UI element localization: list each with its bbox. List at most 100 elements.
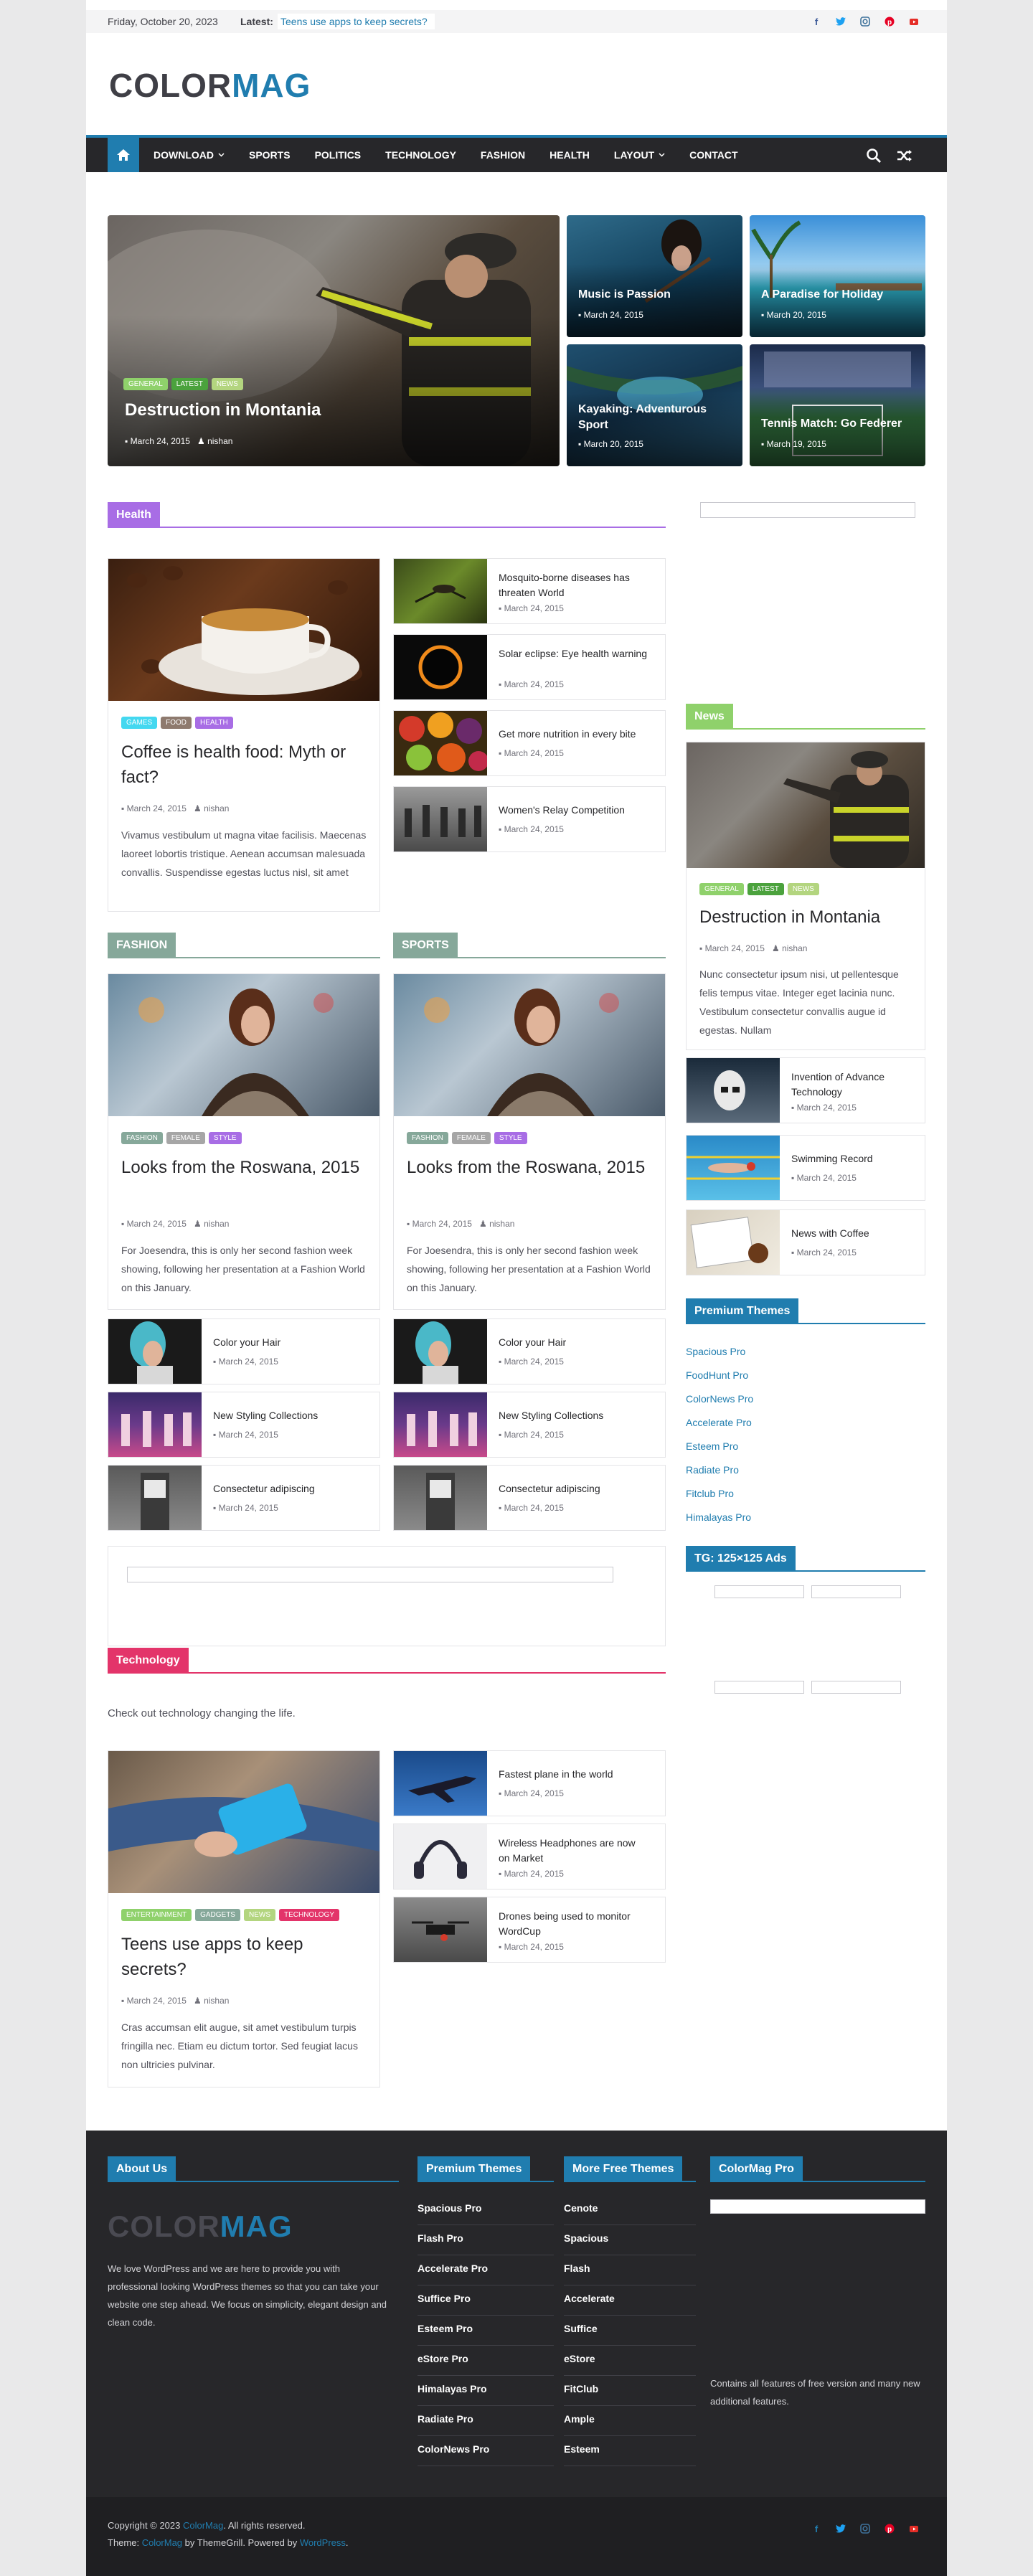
eclipse-thumbnail[interactable] [394, 635, 487, 699]
mosquito-thumbnail[interactable] [394, 559, 487, 623]
nav-item-contact[interactable]: CONTACT [689, 149, 750, 161]
footer-link[interactable]: Suffice Pro [418, 2285, 554, 2316]
list-item-title[interactable]: Get more nutrition in every bite [499, 727, 649, 742]
site-link[interactable]: ColorMag [183, 2520, 223, 2531]
wordpress-link[interactable]: WordPress [300, 2537, 346, 2548]
footer-link[interactable]: ColorNews Pro [418, 2436, 554, 2466]
tag-female[interactable]: FEMALE [451, 1132, 491, 1144]
news-coffee-thumbnail[interactable] [687, 1210, 780, 1275]
premium-theme-link[interactable]: Esteem Pro [686, 1435, 753, 1458]
list-item-title[interactable]: Invention of Advance Technology [791, 1070, 913, 1100]
colormag-pro-image[interactable] [710, 2199, 925, 2214]
fashion-image[interactable] [108, 974, 379, 1116]
plane-thumbnail[interactable] [394, 1751, 487, 1816]
nav-item-sports[interactable]: SPORTS [249, 149, 303, 161]
tag-female[interactable]: FEMALE [166, 1132, 205, 1144]
footer-link[interactable]: Accelerate [564, 2285, 696, 2316]
search-icon[interactable] [866, 148, 882, 164]
tag-style[interactable]: STYLE [208, 1132, 242, 1144]
teens-phone-image[interactable] [108, 1751, 379, 1893]
youtube-icon[interactable] [908, 16, 920, 27]
fruits-thumbnail[interactable] [394, 711, 487, 775]
coffee-image[interactable] [108, 559, 379, 701]
twitter-icon[interactable] [835, 2523, 846, 2534]
headphones-thumbnail[interactable] [394, 1824, 487, 1889]
tag-news[interactable]: NEWS [243, 1909, 275, 1921]
news-list-item[interactable]: News with Coffee ▪ March 24, 2015 [686, 1209, 925, 1275]
ad-125-image[interactable] [811, 1585, 901, 1598]
sports-list-item[interactable]: New Styling Collections ▪ March 24, 2015 [393, 1392, 666, 1458]
hero-main-title[interactable]: Destruction in Montania [125, 400, 321, 420]
news-list-item[interactable]: Swimming Record ▪ March 24, 2015 [686, 1135, 925, 1201]
tag-style[interactable]: STYLE [494, 1132, 527, 1144]
list-item-title[interactable]: Swimming Record [791, 1151, 913, 1166]
ad-125-image[interactable] [811, 1681, 901, 1694]
tag-games[interactable]: GAMES [121, 717, 158, 729]
footer-link[interactable]: Spacious Pro [418, 2195, 554, 2225]
tag-news[interactable]: NEWS [787, 883, 819, 895]
footer-link[interactable]: Suffice [564, 2316, 696, 2346]
tag-fashion[interactable]: FASHION [121, 1132, 163, 1144]
footer-logo[interactable]: COLORMAG [108, 2209, 293, 2244]
ad-banner-image[interactable] [127, 1567, 613, 1582]
pinterest-icon[interactable]: p [884, 16, 895, 27]
news-featured-title[interactable]: Destruction in Montania [699, 907, 880, 928]
stormtrooper-thumbnail[interactable] [687, 1058, 780, 1123]
fashion-list-item[interactable]: Color your Hair ▪ March 24, 2015 [108, 1318, 380, 1384]
health-list-item[interactable]: Solar eclipse: Eye health warning ▪ Marc… [393, 634, 666, 700]
pinterest-icon[interactable]: p [884, 2523, 895, 2534]
hair-thumbnail[interactable] [108, 1319, 202, 1384]
hero-tile-title[interactable]: Music is Passion [578, 288, 729, 301]
nav-item-health[interactable]: HEALTH [549, 149, 602, 161]
premium-theme-link[interactable]: Radiate Pro [686, 1458, 753, 1482]
sports-featured-title[interactable]: Looks from the Roswana, 2015 [407, 1155, 651, 1180]
styling-thumbnail[interactable] [108, 1392, 202, 1457]
footer-link[interactable]: Ample [564, 2406, 696, 2436]
tag-news[interactable]: NEWS [211, 378, 243, 390]
hero-tile-kayaking[interactable]: Kayaking: Adventurous Sport ▪ March 20, … [567, 344, 742, 466]
premium-theme-link[interactable]: ColorNews Pro [686, 1387, 753, 1411]
hair-thumbnail[interactable] [394, 1319, 487, 1384]
theme-link[interactable]: ColorMag [142, 2537, 182, 2548]
tag-general[interactable]: GENERAL [699, 883, 744, 895]
youtube-icon[interactable] [908, 2523, 920, 2534]
drone-thumbnail[interactable] [394, 1897, 487, 1962]
nav-item-fashion[interactable]: FASHION [481, 149, 537, 161]
tag-latest[interactable]: LATEST [171, 378, 208, 390]
fashion-list-item[interactable]: New Styling Collections ▪ March 24, 2015 [108, 1392, 380, 1458]
facebook-icon[interactable]: f [811, 16, 822, 27]
hero-tile-title[interactable]: A Paradise for Holiday [761, 288, 912, 301]
footer-link[interactable]: eStore Pro [418, 2346, 554, 2376]
technology-list-item[interactable]: Drones being used to monitor WordCup ▪ M… [393, 1897, 666, 1963]
swimming-thumbnail[interactable] [687, 1136, 780, 1200]
tag-general[interactable]: GENERAL [123, 378, 168, 390]
list-item-title[interactable]: Solar eclipse: Eye health warning [499, 646, 649, 661]
health-featured-title[interactable]: Coffee is health food: Myth or fact? [121, 740, 365, 790]
tag-food[interactable]: FOOD [161, 717, 192, 729]
list-item-title[interactable]: New Styling Collections [499, 1408, 649, 1423]
tag-gadgets[interactable]: GADGETS [195, 1909, 240, 1921]
footer-link[interactable]: Flash Pro [418, 2225, 554, 2255]
list-item-title[interactable]: New Styling Collections [213, 1408, 364, 1423]
premium-theme-link[interactable]: Spacious Pro [686, 1340, 753, 1364]
firefighter-photo[interactable] [687, 742, 925, 868]
news-list-item[interactable]: Invention of Advance Technology ▪ March … [686, 1057, 925, 1123]
ad-125-image[interactable] [714, 1585, 804, 1598]
list-item-title[interactable]: Women's Relay Competition [499, 803, 649, 818]
list-item-title[interactable]: Drones being used to monitor WordCup [499, 1909, 649, 1939]
health-list-item[interactable]: Get more nutrition in every bite ▪ March… [393, 710, 666, 776]
fashion-list-item[interactable]: Consectetur adipiscing ▪ March 24, 2015 [108, 1465, 380, 1531]
facebook-icon[interactable]: f [811, 2523, 822, 2534]
technology-featured-title[interactable]: Teens use apps to keep secrets? [121, 1932, 365, 1982]
list-item-title[interactable]: Fastest plane in the world [499, 1767, 649, 1782]
ad-125-image[interactable] [714, 1681, 804, 1694]
instagram-icon[interactable] [859, 16, 871, 27]
hero-tile-music[interactable]: Music is Passion ▪ March 24, 2015 [567, 215, 742, 337]
list-item-title[interactable]: Color your Hair [499, 1335, 649, 1350]
premium-theme-link[interactable]: Fitclub Pro [686, 1482, 753, 1506]
styling-thumbnail[interactable] [394, 1392, 487, 1457]
footer-link[interactable]: Esteem [564, 2436, 696, 2466]
tag-technology[interactable]: TECHNOLOGY [278, 1909, 339, 1921]
footer-link[interactable]: FitClub [564, 2376, 696, 2406]
hero-tile-paradise[interactable]: A Paradise for Holiday ▪ March 20, 2015 [750, 215, 925, 337]
